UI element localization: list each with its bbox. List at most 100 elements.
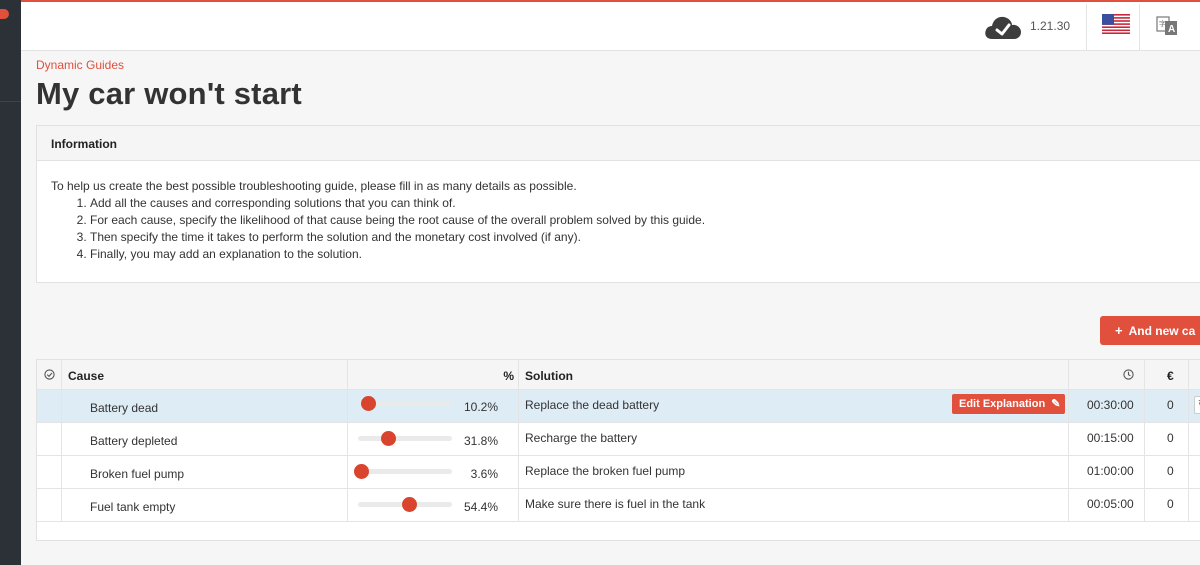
information-step: Then specify the time it takes to perfor… [90, 229, 1191, 246]
solution-cell[interactable]: Replace the dead battery Edit Explanatio… [519, 390, 1069, 422]
cause-text: Broken fuel pump [90, 467, 185, 481]
table-row[interactable]: Battery dead 10.2% Replace the dead batt… [37, 390, 1200, 423]
solution-text: Replace the broken fuel pump [525, 464, 686, 478]
cause-text: Battery depleted [90, 434, 178, 448]
breadcrumb[interactable]: Dynamic Guides [36, 58, 124, 72]
row-handle [37, 456, 62, 488]
topbar-divider [1139, 4, 1140, 51]
likelihood-slider-track[interactable] [358, 497, 452, 512]
row-action-cell [1189, 489, 1200, 521]
sidebar [0, 0, 21, 565]
information-step: Add all the causes and corresponding sol… [90, 195, 1191, 212]
information-intro: To help us create the best possible trou… [51, 179, 577, 193]
solution-text: Replace the dead battery [525, 398, 660, 412]
causes-table: Cause % Solution € Battery dead 10.2% Re… [36, 359, 1200, 541]
solution-cell[interactable]: Replace the broken fuel pump [519, 456, 1069, 488]
table-row[interactable]: Battery depleted 31.8% Recharge the batt… [37, 423, 1200, 456]
time-value: 01:00:00 [1087, 464, 1134, 478]
svg-text:A: A [1168, 24, 1175, 35]
us-flag-icon[interactable] [1102, 14, 1130, 34]
information-step: For each cause, specify the likelihood o… [90, 212, 1191, 229]
time-cell[interactable]: 00:30:00 [1069, 390, 1145, 422]
cause-cell[interactable]: Broken fuel pump [62, 456, 348, 488]
row-action-button[interactable]: ↻ [1194, 396, 1200, 414]
cost-value: 0 [1167, 431, 1174, 445]
time-value: 00:30:00 [1087, 398, 1134, 412]
row-action-cell [1189, 456, 1200, 488]
likelihood-cell: 54.4% [348, 489, 519, 521]
cost-cell[interactable]: 0 [1145, 489, 1189, 521]
cost-cell[interactable]: 0 [1145, 423, 1189, 455]
solution-cell[interactable]: Make sure there is fuel in the tank [519, 489, 1069, 521]
likelihood-percent: 10.2% [463, 400, 498, 414]
table-header-row: Cause % Solution € [37, 360, 1200, 390]
pencil-icon: ✎ [1051, 398, 1061, 410]
cause-text: Battery dead [90, 401, 159, 415]
page-title: My car won't start [36, 76, 302, 111]
likelihood-slider-thumb[interactable] [360, 396, 376, 411]
row-action-cell: ↻ [1189, 390, 1200, 422]
table-row[interactable]: Fuel tank empty 54.4% Make sure there is… [37, 489, 1200, 522]
likelihood-slider-track[interactable] [358, 431, 452, 446]
edit-explanation-button[interactable]: Edit Explanation ✎ [952, 394, 1065, 414]
cause-cell[interactable]: Fuel tank empty [62, 489, 348, 521]
solution-cell[interactable]: Recharge the battery [519, 423, 1069, 455]
edit-explanation-label: Edit Explanation [959, 398, 1046, 410]
cost-value: 0 [1167, 497, 1174, 511]
information-heading: Information [37, 126, 1200, 161]
svg-text:字: 字 [1159, 19, 1166, 28]
cost-value: 0 [1167, 464, 1174, 478]
cost-cell[interactable]: 0 [1145, 456, 1189, 488]
likelihood-slider-thumb[interactable] [354, 464, 370, 479]
solution-text: Recharge the battery [525, 431, 638, 445]
header-percent-cell: % [348, 360, 519, 389]
top-bar: 1.21.30 A 字 [21, 0, 1200, 51]
header-cause: Cause [68, 369, 105, 383]
row-handle [37, 390, 62, 422]
check-circle-icon[interactable] [44, 369, 55, 380]
header-cost-cell: € [1145, 360, 1189, 389]
row-handle [37, 423, 62, 455]
row-action-cell [1189, 423, 1200, 455]
likelihood-percent: 3.6% [470, 467, 498, 481]
likelihood-slider-track[interactable] [358, 396, 452, 411]
header-toggle-cell [37, 360, 62, 389]
add-new-cause-button[interactable]: + And new ca [1100, 316, 1200, 345]
plus-icon: + [1115, 323, 1123, 338]
sidebar-divider [0, 101, 21, 102]
likelihood-cell: 31.8% [348, 423, 519, 455]
solution-text: Make sure there is fuel in the tank [525, 497, 706, 511]
time-cell[interactable]: 00:05:00 [1069, 489, 1145, 521]
header-currency: € [1167, 369, 1174, 383]
sidebar-indicator-dot[interactable] [0, 9, 9, 19]
cost-cell[interactable]: 0 [1145, 390, 1189, 422]
likelihood-cell: 3.6% [348, 456, 519, 488]
likelihood-slider-thumb[interactable] [402, 497, 418, 512]
header-solution-cell: Solution [519, 360, 1069, 389]
likelihood-slider-track[interactable] [354, 464, 452, 479]
add-button-label: And new ca [1128, 324, 1196, 338]
header-time-cell [1069, 360, 1145, 389]
cost-value: 0 [1167, 398, 1174, 412]
clock-icon [1123, 369, 1134, 380]
information-body: To help us create the best possible trou… [37, 161, 1200, 280]
topbar-divider [1086, 4, 1087, 51]
time-value: 00:05:00 [1087, 497, 1134, 511]
information-steps: Add all the causes and corresponding sol… [90, 195, 1191, 263]
time-cell[interactable]: 01:00:00 [1069, 456, 1145, 488]
header-cause-cell: Cause [62, 360, 348, 389]
time-cell[interactable]: 00:15:00 [1069, 423, 1145, 455]
version-number: 1.21.30 [1030, 19, 1071, 33]
information-panel: Information To help us create the best p… [36, 125, 1200, 283]
likelihood-percent: 31.8% [463, 434, 498, 448]
time-value: 00:15:00 [1087, 431, 1134, 445]
cause-cell[interactable]: Battery dead [62, 390, 348, 422]
likelihood-slider-thumb[interactable] [380, 431, 396, 446]
cause-cell[interactable]: Battery depleted [62, 423, 348, 455]
header-solution: Solution [525, 369, 573, 383]
cloud-check-icon[interactable] [983, 13, 1023, 41]
row-handle [37, 489, 62, 521]
likelihood-percent: 54.4% [463, 500, 498, 514]
table-row[interactable]: Broken fuel pump 3.6% Replace the broken… [37, 456, 1200, 489]
translate-icon[interactable]: A 字 [1156, 14, 1178, 38]
